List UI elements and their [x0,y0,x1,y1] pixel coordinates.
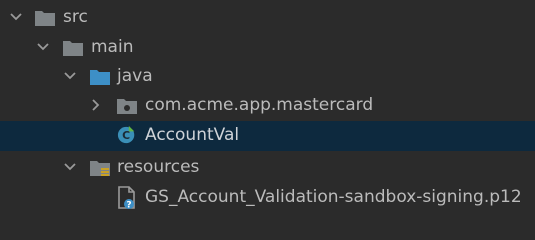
tree-row-java[interactable]: java [0,62,535,92]
svg-text:?: ? [126,201,131,211]
package-icon [117,99,137,114]
chevron-down-icon[interactable] [36,40,50,54]
resources-folder-icon [90,161,110,176]
tree-row-label: src [63,7,88,27]
chevron-down-icon[interactable] [63,160,77,174]
tree-row-label: resources [117,157,200,177]
chevron-down-icon[interactable] [63,69,77,83]
tree-row-resources[interactable]: resources [0,153,535,183]
project-tree: src main java com.acme.app.mastercard C … [0,0,535,216]
source-root-folder-icon [90,70,110,85]
chevron-right-icon[interactable] [89,98,103,112]
folder-icon [35,11,55,26]
unknown-file-icon: ? [118,186,135,211]
tree-row-p12-file[interactable]: ? GS_Account_Validation-sandbox-signing.… [0,183,535,213]
tree-row-main[interactable]: main [0,33,535,63]
tree-row-label: java [117,66,153,86]
tree-row-package[interactable]: com.acme.app.mastercard [0,91,535,121]
tree-row-label: com.acme.app.mastercard [145,95,374,115]
chevron-down-icon[interactable] [9,10,23,24]
tree-row-label: AccountVal [145,125,240,145]
tree-row-src[interactable]: src [0,3,535,33]
tree-row-label: main [91,37,134,57]
java-class-icon: C [117,125,135,144]
tree-row-label: GS_Account_Validation-sandbox-signing.p1… [145,187,522,207]
folder-icon [63,41,83,56]
tree-row-accountval[interactable]: C AccountVal [0,121,535,151]
